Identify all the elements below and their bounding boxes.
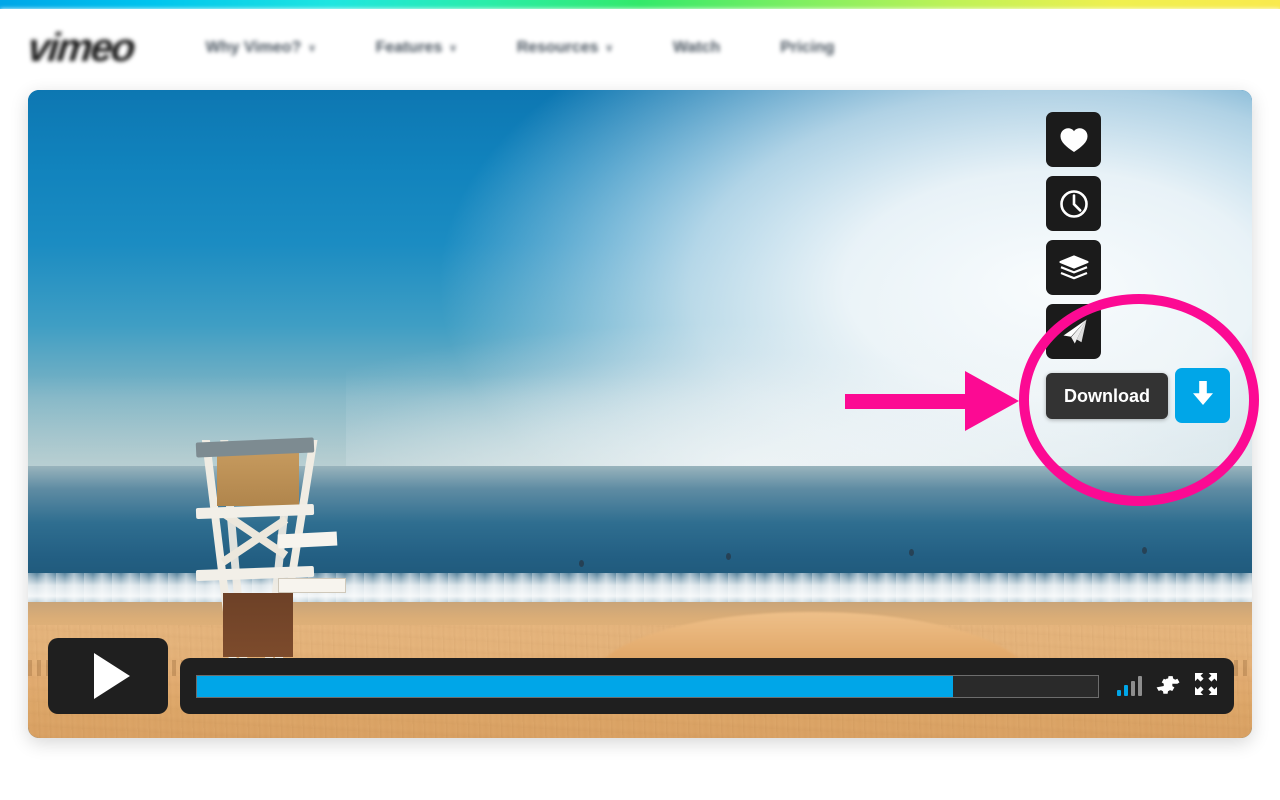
download-button[interactable]: [1175, 368, 1230, 423]
progress-fill: [197, 675, 954, 697]
settings-button[interactable]: [1156, 672, 1180, 701]
nav-label: Resources: [516, 39, 599, 56]
lifeguard-tower: [193, 437, 355, 692]
quality-bar-4: [1137, 676, 1142, 696]
nav-item-features[interactable]: Features ∨: [346, 39, 487, 57]
brand-gradient-bar: [0, 0, 1280, 9]
tower-cabin: [216, 452, 299, 507]
fullscreen-button[interactable]: [1194, 672, 1218, 701]
surfer: [725, 553, 731, 561]
chevron-down-icon: ∨: [449, 43, 457, 54]
play-icon: [94, 653, 130, 699]
chevron-down-icon: ∨: [605, 43, 613, 54]
nav-item-why-vimeo[interactable]: Why Vimeo? ∨: [176, 39, 346, 57]
primary-nav: Why Vimeo? ∨ Features ∨ Resources ∨ Watc…: [176, 39, 865, 57]
share-button[interactable]: [1046, 304, 1101, 359]
quality-bar-1: [1116, 690, 1121, 696]
clock-icon: [1059, 189, 1089, 219]
surfer: [578, 559, 584, 567]
gear-icon: [1156, 672, 1180, 701]
quality-bar-2: [1123, 685, 1128, 696]
page-root: vimeo Why Vimeo? ∨ Features ∨ Resources …: [0, 0, 1280, 800]
nav-item-pricing[interactable]: Pricing: [750, 39, 864, 57]
download-row: Download: [1046, 368, 1230, 423]
chevron-down-icon: ∨: [308, 43, 316, 54]
heart-icon: [1059, 126, 1089, 154]
player-action-rail: Download: [1046, 112, 1230, 423]
quality-bars-icon[interactable]: [1116, 676, 1142, 696]
video-player[interactable]: Download: [28, 90, 1252, 738]
control-icons: [1113, 672, 1219, 701]
nav-label: Watch: [672, 39, 721, 56]
collections-icon: [1058, 254, 1090, 282]
quality-bar-3: [1130, 681, 1135, 696]
nav-item-resources[interactable]: Resources ∨: [487, 39, 643, 57]
surfer: [1141, 546, 1147, 554]
progress-scrubber[interactable]: [196, 674, 1099, 698]
add-to-collection-button[interactable]: [1046, 240, 1101, 295]
tower-sign: [278, 577, 346, 593]
tower-cabin-shade: [222, 592, 294, 657]
site-header: vimeo Why Vimeo? ∨ Features ∨ Resources …: [0, 9, 1280, 87]
player-control-bar: [180, 658, 1234, 714]
like-button[interactable]: [1046, 112, 1101, 167]
share-icon: [1059, 318, 1089, 346]
download-arrow-icon: [1188, 378, 1218, 413]
nav-label: Pricing: [780, 39, 835, 56]
nav-label: Features: [375, 39, 443, 56]
download-tooltip: Download: [1046, 372, 1168, 419]
nav-label: Why Vimeo?: [205, 39, 302, 56]
nav-item-watch[interactable]: Watch: [643, 39, 750, 57]
fullscreen-icon: [1194, 672, 1218, 701]
play-button[interactable]: [48, 638, 168, 714]
watch-later-button[interactable]: [1046, 176, 1101, 231]
vimeo-logo[interactable]: vimeo: [26, 26, 136, 71]
tower-rail: [278, 531, 338, 549]
